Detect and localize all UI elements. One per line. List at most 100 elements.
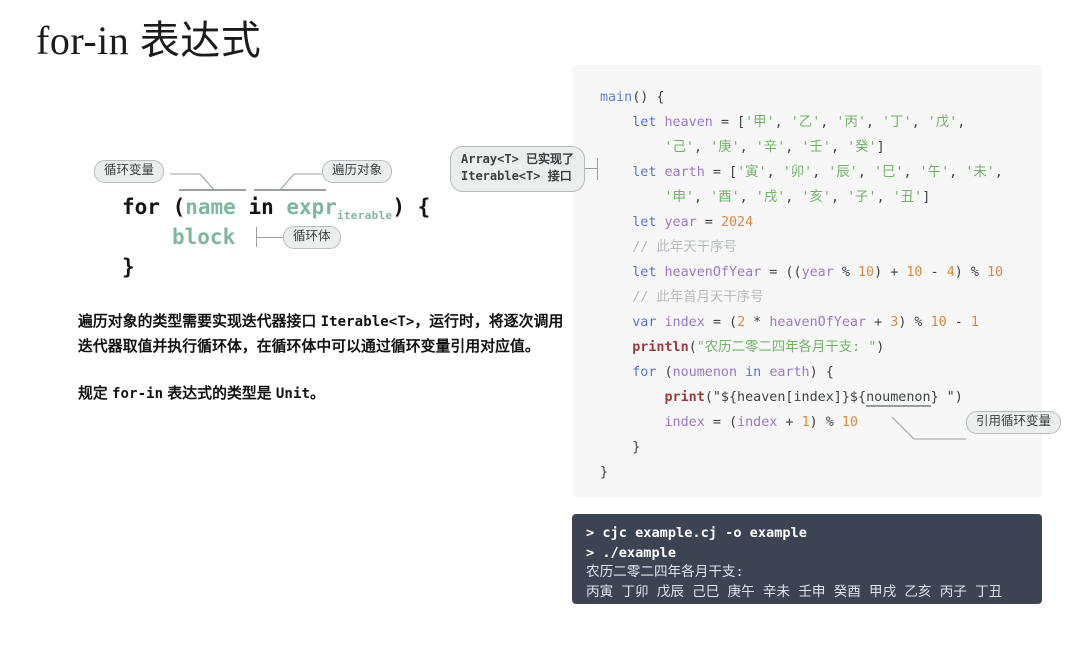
explanation-text: 遍历对象的类型需要实现迭代器接口 Iterable<T>，运行时，将逐次调用迭代… bbox=[78, 310, 570, 407]
code-token: '戌' bbox=[755, 190, 786, 205]
syntax-line-block: block bbox=[172, 222, 235, 252]
code-token: , bbox=[785, 190, 802, 205]
code-token: let bbox=[632, 215, 657, 230]
code-token: in bbox=[745, 365, 762, 380]
code-token: '亥' bbox=[801, 190, 831, 205]
syntax-expr-placeholder: expr bbox=[286, 195, 337, 219]
code-token: '午' bbox=[919, 165, 950, 180]
code-token: '庚' bbox=[710, 140, 740, 155]
code-token: ( bbox=[704, 390, 713, 405]
explanation-paragraph-2: 规定 for-in 表达式的类型是 Unit。 bbox=[78, 382, 570, 407]
callout-array-line-1: Array<T> 已实现了 bbox=[461, 152, 575, 166]
code-token: earth bbox=[664, 165, 705, 180]
code-token: , bbox=[766, 165, 783, 180]
code-token: let bbox=[632, 265, 657, 280]
code-token: '未' bbox=[965, 165, 995, 180]
code-token: '丁' bbox=[882, 115, 912, 130]
code-token: ) % bbox=[898, 315, 931, 330]
code-token: , bbox=[739, 190, 756, 205]
code-token: , bbox=[774, 115, 791, 130]
code-token: 4 bbox=[946, 265, 955, 280]
code-token: * bbox=[745, 315, 770, 330]
code-token: , bbox=[694, 190, 711, 205]
code-token: = (( bbox=[761, 265, 802, 280]
code-token: , bbox=[876, 190, 893, 205]
code-token: ) % bbox=[809, 415, 842, 430]
code-token: 2 bbox=[737, 315, 746, 330]
code-token: , bbox=[903, 165, 920, 180]
code-token: = ( bbox=[704, 315, 738, 330]
code-token: '丙' bbox=[836, 115, 866, 130]
syntax-expr-subscript: iterable bbox=[336, 209, 393, 223]
code-token: main bbox=[600, 90, 633, 105]
callout-array-pill: Array<T> 已实现了 Iterable<T> 接口 bbox=[450, 146, 586, 192]
code-token: 1 bbox=[801, 415, 810, 430]
code-token: , bbox=[785, 140, 802, 155]
p2-part-b: 表达式的类型是 bbox=[163, 386, 276, 402]
code-token: , bbox=[957, 115, 966, 130]
connector-horizontal-tick bbox=[257, 236, 283, 238]
page-title: for-in 表达式 bbox=[36, 18, 262, 63]
p1-code-iterable: Iterable<T> bbox=[320, 314, 415, 330]
code-token: '辛' bbox=[755, 140, 786, 155]
code-token: index bbox=[664, 315, 705, 330]
code-token: , bbox=[994, 165, 1003, 180]
code-token: 10 bbox=[906, 265, 923, 280]
code-token: ) bbox=[954, 390, 963, 405]
code-token: % bbox=[833, 265, 858, 280]
syntax-name-placeholder: name bbox=[185, 195, 236, 219]
p1-part-a: 遍历对象的类型需要实现迭代器接口 bbox=[78, 314, 321, 330]
callout-array-line-2: Iterable<T> 接口 bbox=[461, 169, 572, 184]
code-token: 1 bbox=[970, 315, 979, 330]
code-token: '寅' bbox=[737, 165, 767, 180]
code-token: + bbox=[866, 315, 891, 330]
code-token: = bbox=[696, 215, 721, 230]
code-token: '癸' bbox=[847, 140, 877, 155]
callout-ref-connector bbox=[891, 416, 966, 440]
p2-part-a: 规定 bbox=[78, 386, 113, 402]
syntax-in-keyword: in bbox=[235, 195, 287, 219]
code-token: - bbox=[922, 265, 947, 280]
code-token: earth bbox=[769, 365, 810, 380]
code-token: '己' bbox=[664, 140, 695, 155]
code-token: , bbox=[739, 140, 756, 155]
code-token: , bbox=[820, 115, 837, 130]
code-token: println bbox=[632, 340, 689, 355]
code-token: year bbox=[664, 215, 697, 230]
code-token: = [ bbox=[704, 165, 738, 180]
code-token: , bbox=[694, 140, 711, 155]
code-token: '壬' bbox=[801, 140, 831, 155]
code-token: , bbox=[911, 115, 928, 130]
code-token: + bbox=[777, 415, 802, 430]
code-token: var bbox=[632, 315, 657, 330]
code-token: ( bbox=[656, 365, 673, 380]
callout-array-implements-iterable: Array<T> 已实现了 Iterable<T> 接口 bbox=[450, 146, 599, 192]
code-token: , bbox=[949, 165, 966, 180]
code-token: heavenOfYear bbox=[664, 265, 762, 280]
label-loop-body: 循环体 bbox=[283, 226, 341, 249]
code-token: '乙' bbox=[790, 115, 821, 130]
code-token: for bbox=[632, 365, 657, 380]
code-token: } " bbox=[930, 390, 955, 405]
code-token: ( bbox=[688, 340, 697, 355]
loop-body-connector: 循环体 bbox=[256, 226, 341, 249]
terminal-output: > cjc example.cj -o example > ./example … bbox=[586, 524, 1042, 602]
callout-array-lead-line bbox=[585, 168, 598, 170]
code-token: '子' bbox=[847, 190, 877, 205]
label-loop-variable: 循环变量 bbox=[94, 160, 165, 183]
code-token: = [ bbox=[712, 115, 746, 130]
code-token: 2024 bbox=[720, 215, 754, 230]
terminal-line: > cjc example.cj -o example bbox=[586, 525, 807, 541]
